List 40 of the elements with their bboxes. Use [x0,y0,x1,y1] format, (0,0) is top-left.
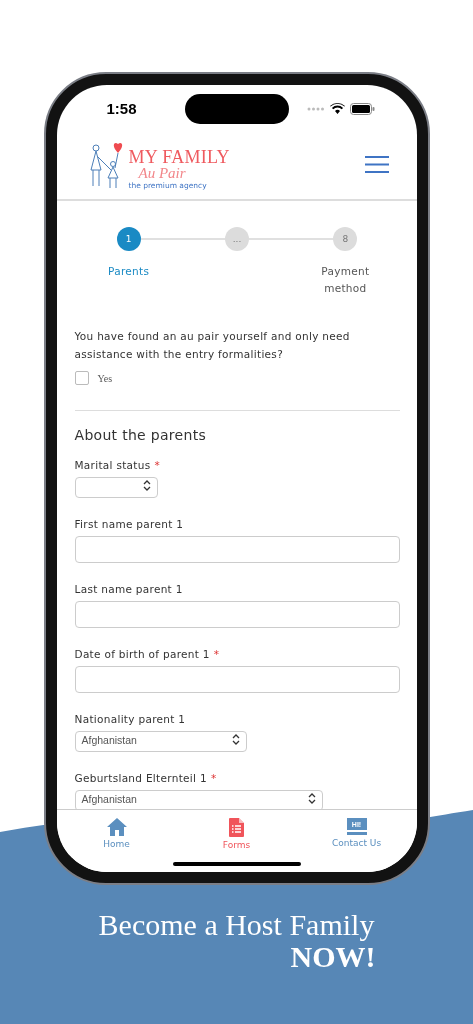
checkbox-label: Yes [97,372,113,384]
text-field[interactable] [74,536,400,563]
chevron-updown-icon [231,734,240,745]
tab-bar-item[interactable]: Forms [176,810,297,850]
promo-emphasis: NOW! [290,941,376,973]
select-field[interactable]: Afghanistan [74,731,247,752]
text-field[interactable] [74,666,400,693]
field-label: First name parent 1 [74,517,185,532]
wifi-icon [329,103,345,114]
promo-headline: Become a Host Family [97,909,376,941]
step-label: Payment method [320,264,371,296]
field-label: Nationality parent 1 [74,712,187,727]
question-text: You have found an au pair yourself and only need assistance with the entry formalities? [74,329,351,362]
select-field[interactable] [74,477,158,498]
field-label: Date of birth of parent 1 * [74,647,221,662]
field-label: Geburtsland Elternteil 1 * [74,771,218,786]
logo-title: MY FAMILY [128,148,230,166]
home-icon [106,818,127,836]
status-time: 1:58 [106,99,137,117]
field-label: Last name parent 1 [74,582,184,597]
step-circle[interactable]: ... [225,227,249,251]
signal-icon [306,106,325,111]
menu-icon[interactable] [364,156,389,173]
text-field[interactable] [74,601,400,628]
required-mark: * [154,459,161,471]
chevron-updown-icon [307,793,316,804]
step-circle[interactable]: 1 [116,227,141,251]
document-icon [229,818,244,837]
select-field[interactable]: Afghanistan [74,790,323,809]
step-circle[interactable]: 8 [333,227,358,251]
section-heading: About the parents [74,426,208,445]
tab-bar-item[interactable]: Home [56,810,177,850]
checkbox[interactable] [74,371,89,385]
logo-script: Au Pair [138,166,187,181]
field-label: Marital status * [74,458,162,473]
required-mark: * [210,772,217,784]
step-label: Parents [107,264,151,279]
battery-icon [349,102,375,115]
chevron-updown-icon [142,480,151,491]
required-mark: * [213,648,220,660]
